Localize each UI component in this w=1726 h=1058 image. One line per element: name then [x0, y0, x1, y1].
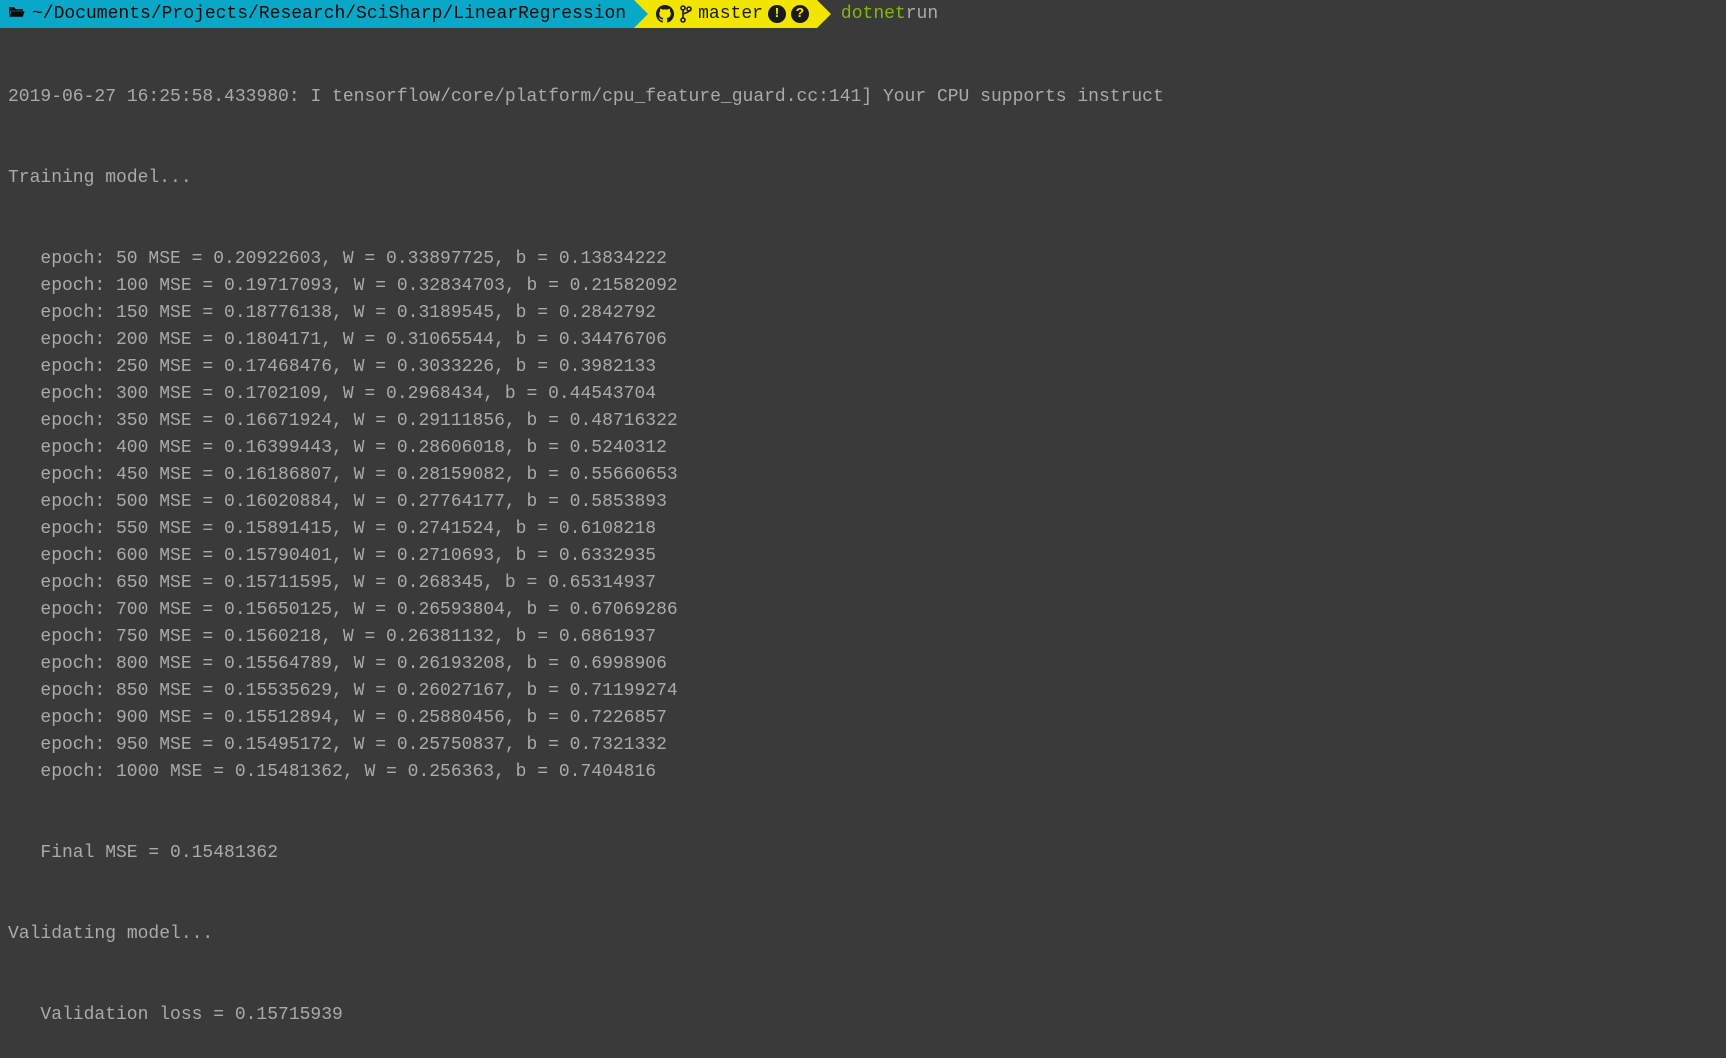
epoch-line: epoch: 950 MSE = 0.15495172, W = 0.25750…	[8, 732, 1718, 759]
epoch-line: epoch: 1000 MSE = 0.15481362, W = 0.2563…	[8, 759, 1718, 786]
github-icon	[656, 5, 674, 23]
training-header: Training model...	[8, 165, 1718, 192]
epoch-line: epoch: 800 MSE = 0.15564789, W = 0.26193…	[8, 651, 1718, 678]
epoch-line: epoch: 750 MSE = 0.1560218, W = 0.263811…	[8, 624, 1718, 651]
epoch-line: epoch: 500 MSE = 0.16020884, W = 0.27764…	[8, 489, 1718, 516]
epoch-line: epoch: 250 MSE = 0.17468476, W = 0.30332…	[8, 354, 1718, 381]
command-arg: run	[906, 1, 938, 28]
epoch-line: epoch: 550 MSE = 0.15891415, W = 0.27415…	[8, 516, 1718, 543]
final-mse-line: Final MSE = 0.15481362	[8, 840, 1718, 867]
epoch-line: epoch: 350 MSE = 0.16671924, W = 0.29111…	[8, 408, 1718, 435]
epoch-line: epoch: 700 MSE = 0.15650125, W = 0.26593…	[8, 597, 1718, 624]
git-branch-icon	[679, 5, 693, 23]
epoch-line: epoch: 650 MSE = 0.15711595, W = 0.26834…	[8, 570, 1718, 597]
command-segment[interactable]: dotnet run	[817, 0, 946, 28]
validating-header: Validating model...	[8, 921, 1718, 948]
epoch-line: epoch: 600 MSE = 0.15790401, W = 0.27106…	[8, 543, 1718, 570]
warning-badge-icon: !	[768, 5, 786, 23]
epoch-line: epoch: 900 MSE = 0.15512894, W = 0.25880…	[8, 705, 1718, 732]
folder-open-icon	[8, 2, 26, 29]
epoch-line: epoch: 400 MSE = 0.16399443, W = 0.28606…	[8, 435, 1718, 462]
validation-loss-line: Validation loss = 0.15715939	[8, 1002, 1718, 1029]
epoch-line: epoch: 300 MSE = 0.1702109, W = 0.296843…	[8, 381, 1718, 408]
epoch-line: epoch: 450 MSE = 0.16186807, W = 0.28159…	[8, 462, 1718, 489]
epoch-line: epoch: 100 MSE = 0.19717093, W = 0.32834…	[8, 273, 1718, 300]
path-segment: ~/Documents/Projects/Research/SciSharp/L…	[0, 0, 634, 28]
epoch-line: epoch: 50 MSE = 0.20922603, W = 0.338977…	[8, 246, 1718, 273]
git-segment: master ! ?	[634, 0, 817, 28]
epoch-line: epoch: 850 MSE = 0.15535629, W = 0.26027…	[8, 678, 1718, 705]
shell-prompt-bar: ~/Documents/Projects/Research/SciSharp/L…	[0, 0, 1726, 28]
command-text: dotnet	[841, 1, 906, 28]
branch-name: master	[698, 1, 763, 28]
terminal-output: 2019-06-27 16:25:58.433980: I tensorflow…	[0, 28, 1726, 1058]
question-badge-icon: ?	[791, 5, 809, 23]
tensorflow-log-line: 2019-06-27 16:25:58.433980: I tensorflow…	[8, 84, 1718, 111]
cwd-path: ~/Documents/Projects/Research/SciSharp/L…	[32, 1, 626, 28]
epoch-line: epoch: 200 MSE = 0.1804171, W = 0.310655…	[8, 327, 1718, 354]
epoch-line: epoch: 150 MSE = 0.18776138, W = 0.31895…	[8, 300, 1718, 327]
